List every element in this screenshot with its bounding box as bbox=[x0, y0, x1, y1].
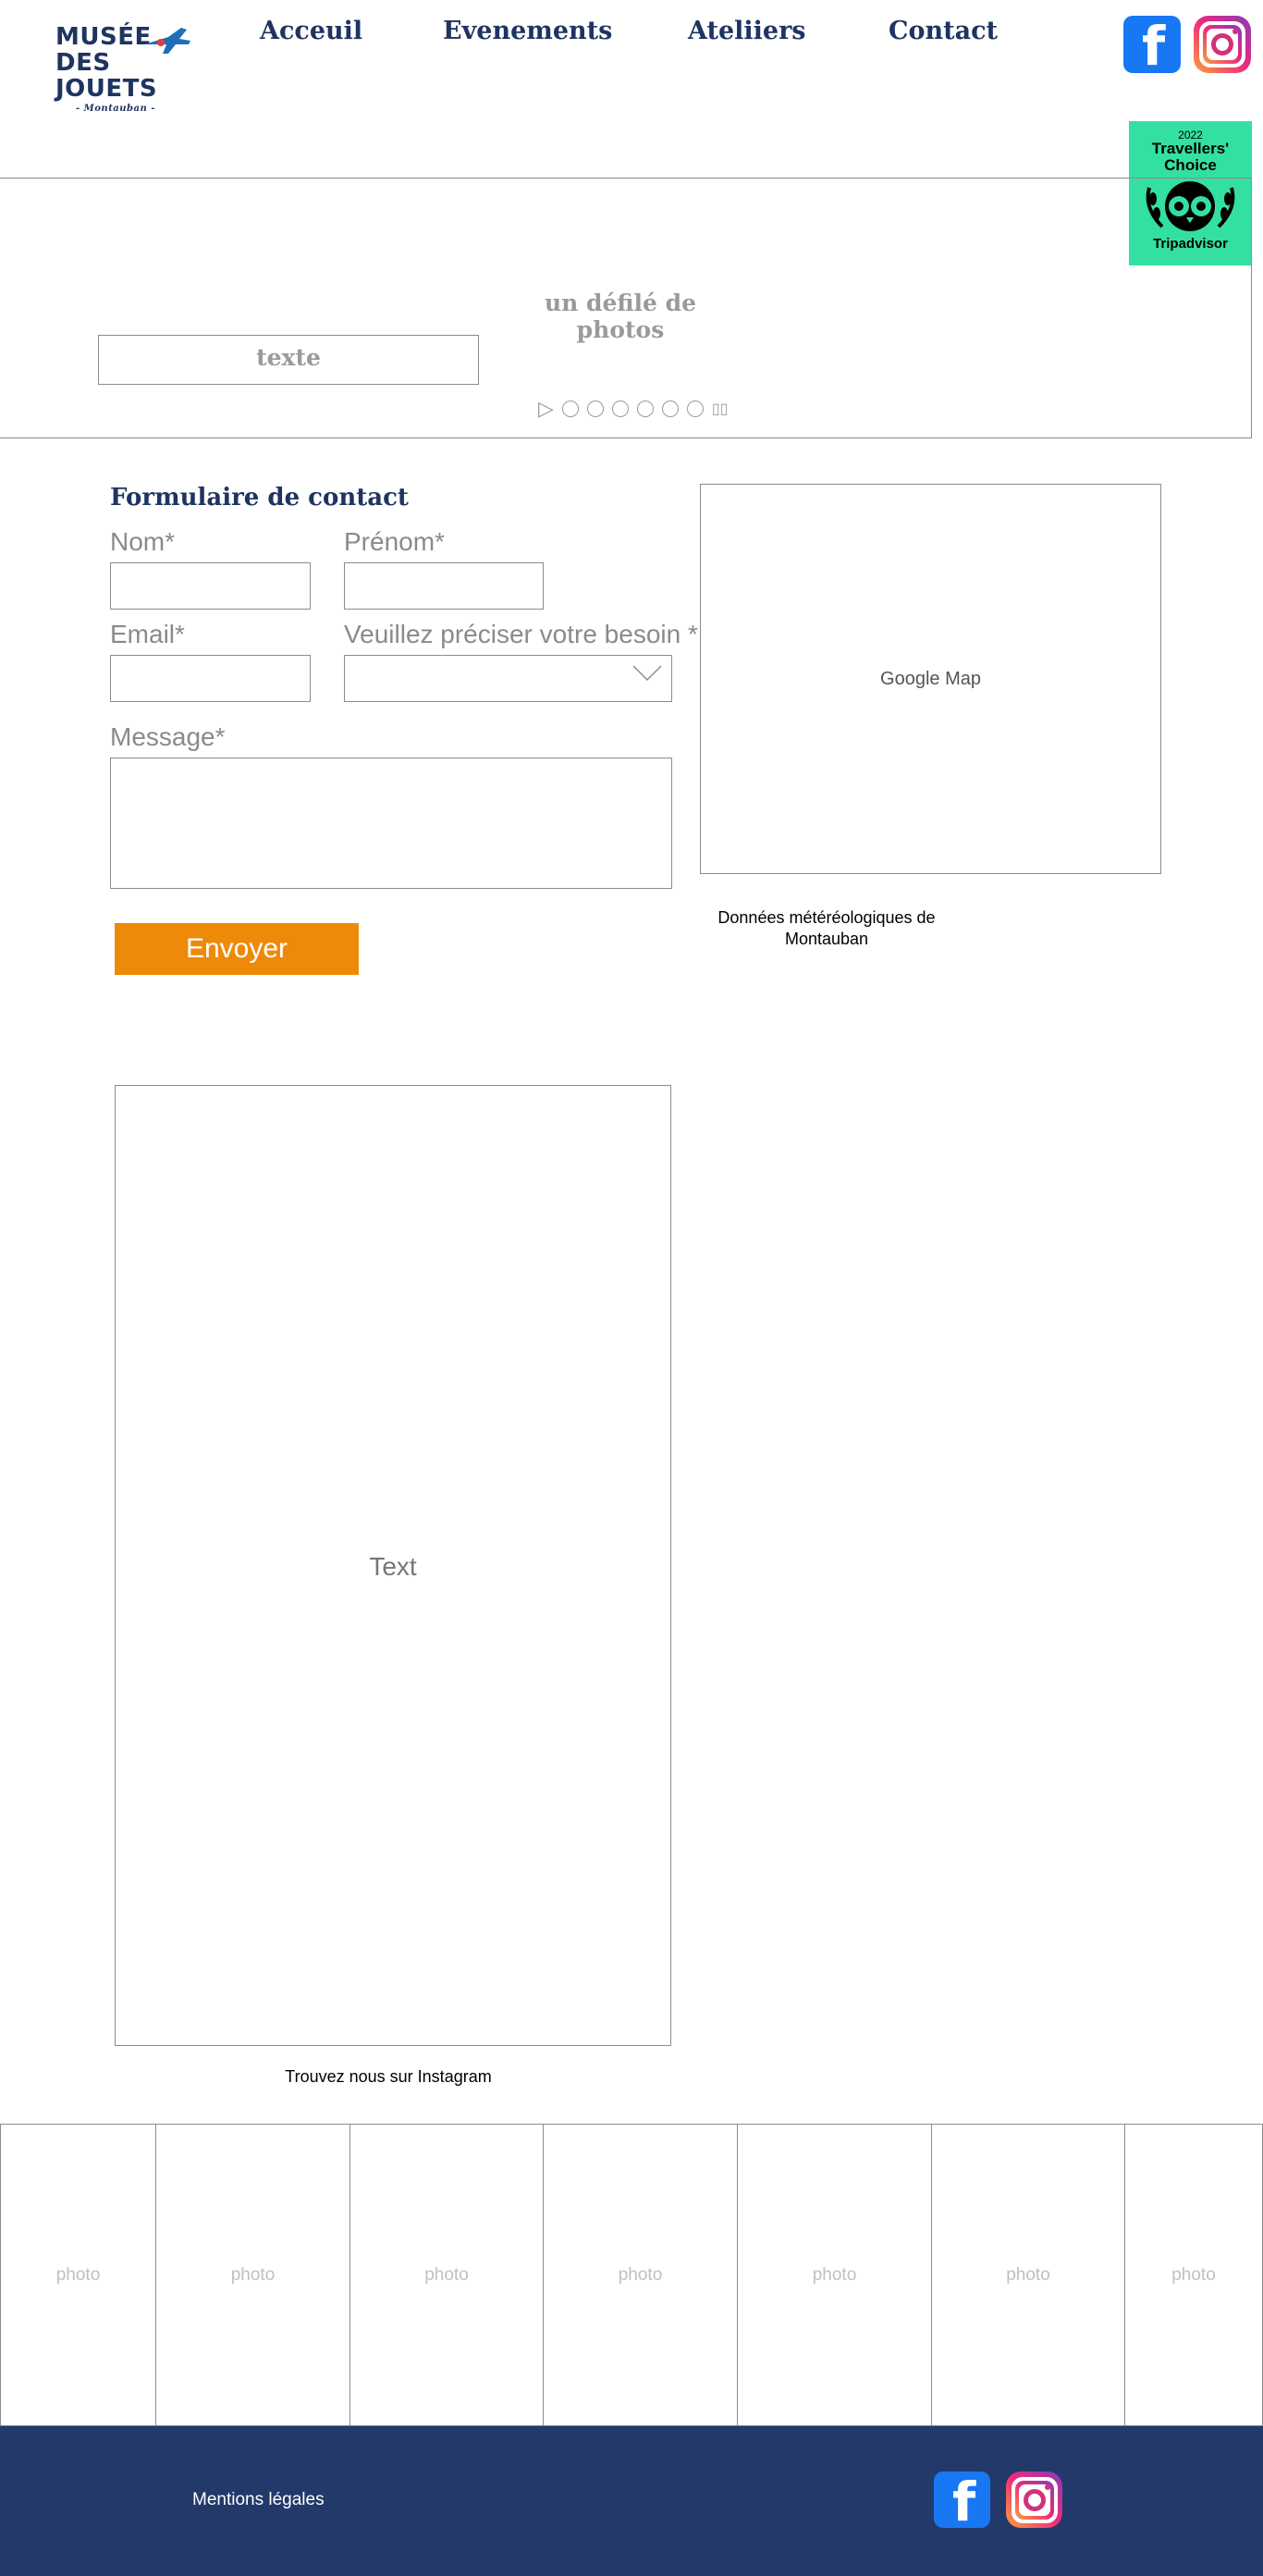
photo-tile[interactable]: photo bbox=[155, 2125, 349, 2426]
logo-line-2: DES JOUETS bbox=[55, 49, 158, 103]
slide-dot[interactable] bbox=[686, 401, 704, 417]
badge-line-1: Travellers' bbox=[1151, 140, 1230, 157]
prenom-label: Prénom* bbox=[344, 527, 445, 556]
site-logo[interactable]: MUSÉE DES JOUETS - Montauban - bbox=[55, 24, 200, 114]
email-field[interactable] bbox=[110, 655, 311, 702]
badge-line-2: Choice bbox=[1164, 156, 1217, 174]
besoin-select[interactable] bbox=[344, 655, 672, 702]
meteo-line-1: Données météréologiques de bbox=[717, 908, 936, 927]
logo-line-3: - Montauban - bbox=[76, 104, 155, 114]
instagram-caption: Trouvez nous sur Instagram bbox=[285, 2067, 492, 2086]
photo-tile[interactable]: photo bbox=[931, 2125, 1124, 2426]
slideshow-text: texte bbox=[98, 335, 479, 385]
photo-tile[interactable]: photo bbox=[737, 2125, 931, 2426]
slide-dot[interactable] bbox=[611, 401, 629, 417]
slideshow-controls: ▷ ▯▯ bbox=[538, 397, 729, 421]
instagram-photo-strip: photo photo photo photo photo photo phot… bbox=[0, 2124, 1263, 2426]
slide-dot[interactable] bbox=[586, 401, 604, 417]
footer bbox=[0, 2426, 1263, 2576]
instagram-icon[interactable] bbox=[1194, 16, 1251, 73]
prenom-field[interactable] bbox=[344, 562, 544, 610]
slide-dot[interactable] bbox=[636, 401, 654, 417]
airplane-icon bbox=[144, 28, 190, 54]
photo-tile[interactable]: photo bbox=[543, 2125, 737, 2426]
meteo-line-2: Montauban bbox=[784, 930, 869, 948]
send-button[interactable]: Envoyer bbox=[115, 923, 359, 975]
facebook-icon[interactable]: f bbox=[934, 2471, 990, 2531]
nav-evenements[interactable]: Evenements bbox=[443, 17, 612, 45]
google-map[interactable]: Google Map bbox=[700, 484, 1161, 874]
play-icon[interactable]: ▷ bbox=[538, 397, 554, 421]
nom-label: Nom* bbox=[110, 527, 176, 556]
instagram-icon[interactable] bbox=[1006, 2471, 1062, 2528]
besoin-label: Veuillez préciser votre besoin * bbox=[344, 620, 698, 648]
photo-tile[interactable]: photo bbox=[349, 2125, 543, 2426]
nav-ateliers[interactable]: Ateliiers bbox=[688, 17, 806, 45]
legal-link[interactable]: Mentions légales bbox=[192, 2490, 325, 2510]
slide-dot[interactable] bbox=[661, 401, 679, 417]
fullscreen-icon[interactable]: ▯▯ bbox=[712, 400, 729, 418]
facebook-icon[interactable]: f bbox=[1123, 16, 1181, 75]
slide-dot[interactable] bbox=[561, 401, 579, 417]
slideshow-title: un défilé de photos bbox=[544, 290, 697, 343]
text-block: Text bbox=[115, 1085, 671, 2046]
nav-acceuil[interactable]: Acceuil bbox=[260, 17, 362, 45]
chevron-down-icon bbox=[632, 665, 662, 682]
form-title: Formulaire de contact bbox=[110, 484, 409, 512]
photo-tile[interactable]: photo bbox=[0, 2125, 155, 2426]
message-field[interactable] bbox=[110, 758, 672, 889]
nav-contact[interactable]: Contact bbox=[889, 17, 998, 45]
photo-tile[interactable]: photo bbox=[1124, 2125, 1263, 2426]
message-label: Message* bbox=[110, 722, 226, 751]
email-label: Email* bbox=[110, 620, 185, 648]
nom-field[interactable] bbox=[110, 562, 311, 610]
meteo-widget: Données météréologiques de Montauban bbox=[712, 907, 941, 950]
